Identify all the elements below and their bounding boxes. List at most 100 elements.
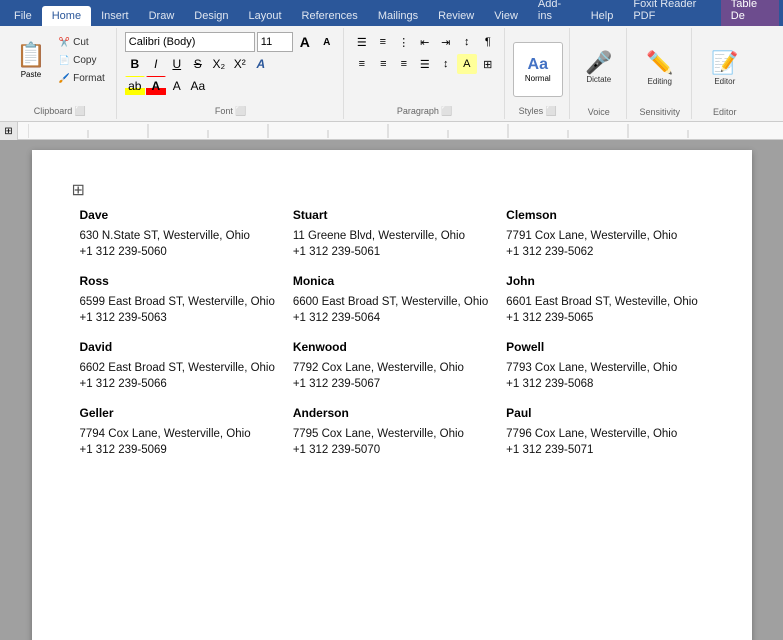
tab-review[interactable]: Review [428, 6, 484, 26]
clipboard-label: Clipboard ⬜ [34, 104, 86, 117]
contact-address: 7796 Cox Lane, Westerville, Ohio [506, 428, 703, 440]
tab-design[interactable]: Design [184, 6, 238, 26]
copy-icon: 📄 [59, 55, 70, 66]
show-marks-button[interactable]: ¶ [478, 32, 498, 52]
contact-phone: +1 312 239-5061 [293, 246, 490, 258]
contact-phone: +1 312 239-5067 [293, 378, 490, 390]
tab-insert[interactable]: Insert [91, 6, 139, 26]
ruler-marks-svg [28, 124, 728, 138]
tab-draw[interactable]: Draw [139, 6, 185, 26]
tab-file[interactable]: File [4, 6, 42, 26]
sensitivity-group: ✏️ Editing Sensitivity [629, 28, 692, 119]
align-center-button[interactable]: ≡ [373, 54, 393, 74]
subscript-button[interactable]: X₂ [209, 54, 229, 74]
increase-indent-button[interactable]: ⇥ [436, 32, 456, 52]
contact-cell: Geller 7794 Cox Lane, Westerville, Ohio … [72, 402, 285, 460]
multilevel-list-button[interactable]: ⋮ [394, 32, 414, 52]
tab-addins[interactable]: Add-ins [528, 0, 581, 26]
contact-address: 7795 Cox Lane, Westerville, Ohio [293, 428, 490, 440]
contact-address: 6601 East Broad ST, Westeville, Ohio [506, 296, 703, 308]
tab-layout[interactable]: Layout [239, 6, 292, 26]
decrease-indent-button[interactable]: ⇤ [415, 32, 435, 52]
contact-cell: John 6601 East Broad ST, Westeville, Ohi… [498, 270, 711, 328]
contact-address: 7793 Cox Lane, Westerville, Ohio [506, 362, 703, 374]
contact-phone: +1 312 239-5063 [80, 312, 277, 324]
contact-address: 630 N.State ST, Westerville, Ohio [80, 230, 277, 242]
contact-cell: Powell 7793 Cox Lane, Westerville, Ohio … [498, 336, 711, 394]
numbering-button[interactable]: ≡ [373, 32, 393, 52]
cut-button[interactable]: ✂️ Cut [54, 34, 110, 51]
contact-address: 6599 East Broad ST, Westerville, Ohio [80, 296, 277, 308]
italic-button[interactable]: I [146, 54, 166, 74]
contact-name: Kenwood [293, 340, 490, 356]
add-row-button[interactable]: ⊞ [72, 182, 85, 199]
editor-button[interactable]: 📝 Editor [700, 40, 750, 95]
shading-button[interactable]: A [457, 54, 477, 74]
clear-format-button[interactable]: A [167, 76, 187, 96]
copy-button[interactable]: 📄 Copy [54, 52, 110, 69]
contact-name: Monica [293, 274, 490, 290]
contact-cell: Paul 7796 Cox Lane, Westerville, Ohio +1… [498, 402, 711, 460]
underline-button[interactable]: U [167, 54, 187, 74]
contact-address: 11 Greene Blvd, Westerville, Ohio [293, 230, 490, 242]
sort-button[interactable]: ↕ [457, 32, 477, 52]
styles-button[interactable]: Aa Normal [513, 42, 563, 97]
contact-address: 7794 Cox Lane, Westerville, Ohio [80, 428, 277, 440]
contact-name: Dave [80, 208, 277, 224]
align-left-button[interactable]: ≡ [352, 54, 372, 74]
editor-group: 📝 Editor Editor [694, 28, 756, 119]
document-page: ⊞ Dave 630 N.State ST, Westerville, Ohio… [32, 150, 752, 640]
change-case-button[interactable]: Aa [188, 76, 208, 96]
contact-name: Ross [80, 274, 277, 290]
editor-icon: 📝 [711, 50, 738, 76]
bold-button[interactable]: B [125, 54, 145, 74]
grow-font-button[interactable]: A [295, 32, 315, 52]
voice-label: Voice [588, 105, 610, 117]
contact-phone: +1 312 239-5070 [293, 444, 490, 456]
font-label: Font ⬜ [215, 104, 247, 117]
contact-name: Geller [80, 406, 277, 422]
contact-name: John [506, 274, 703, 290]
paste-button[interactable]: 📋 Paste [10, 30, 52, 90]
ruler-corner[interactable]: ⊞ [0, 122, 18, 140]
format-painter-button[interactable]: 🖌️ Format [54, 70, 110, 87]
tab-table-de[interactable]: Table De [721, 0, 779, 26]
tab-foxit[interactable]: Foxit Reader PDF [623, 0, 720, 26]
ruler: ⊞ [0, 122, 783, 140]
superscript-button[interactable]: X² [230, 54, 250, 74]
contact-cell: Dave 630 N.State ST, Westerville, Ohio +… [72, 204, 285, 262]
strikethrough-button[interactable]: S [188, 54, 208, 74]
contact-cell: Kenwood 7792 Cox Lane, Westerville, Ohio… [285, 336, 498, 394]
paragraph-label: Paragraph ⬜ [397, 104, 453, 117]
bullets-button[interactable]: ☰ [352, 32, 372, 52]
tab-help[interactable]: Help [581, 6, 624, 26]
contact-cell: Monica 6600 East Broad ST, Westerville, … [285, 270, 498, 328]
shrink-font-button[interactable]: A [317, 32, 337, 52]
align-right-button[interactable]: ≡ [394, 54, 414, 74]
contact-phone: +1 312 239-5071 [506, 444, 703, 456]
contact-name: Anderson [293, 406, 490, 422]
document-area: ⊞ Dave 630 N.State ST, Westerville, Ohio… [0, 140, 783, 640]
line-spacing-button[interactable]: ↕ [436, 54, 456, 74]
styles-label: Styles ⬜ [519, 104, 557, 117]
contacts-table: Dave 630 N.State ST, Westerville, Ohio +… [72, 204, 712, 460]
dictate-button[interactable]: 🎤 Dictate [580, 40, 617, 95]
contact-phone: +1 312 239-5065 [506, 312, 703, 324]
cut-icon: ✂️ [59, 37, 70, 48]
font-color-button[interactable]: A [146, 76, 166, 96]
clipboard-group: 📋 Paste ✂️ Cut 📄 Copy 🖌️ Format Clipboar… [4, 28, 117, 119]
contact-phone: +1 312 239-5066 [80, 378, 277, 390]
contact-phone: +1 312 239-5064 [293, 312, 490, 324]
tab-bar: File Home Insert Draw Design Layout Refe… [0, 0, 783, 26]
tab-home[interactable]: Home [42, 6, 91, 26]
highlight-button[interactable]: ab [125, 76, 145, 96]
tab-mailings[interactable]: Mailings [368, 6, 428, 26]
editing-button[interactable]: ✏️ Editing [635, 40, 685, 95]
justify-button[interactable]: ☰ [415, 54, 435, 74]
tab-view[interactable]: View [484, 6, 528, 26]
font-size-input[interactable] [257, 32, 293, 52]
font-name-input[interactable] [125, 32, 255, 52]
text-effects-button[interactable]: A [251, 54, 271, 74]
borders-button[interactable]: ⊞ [478, 54, 498, 74]
tab-references[interactable]: References [292, 6, 368, 26]
